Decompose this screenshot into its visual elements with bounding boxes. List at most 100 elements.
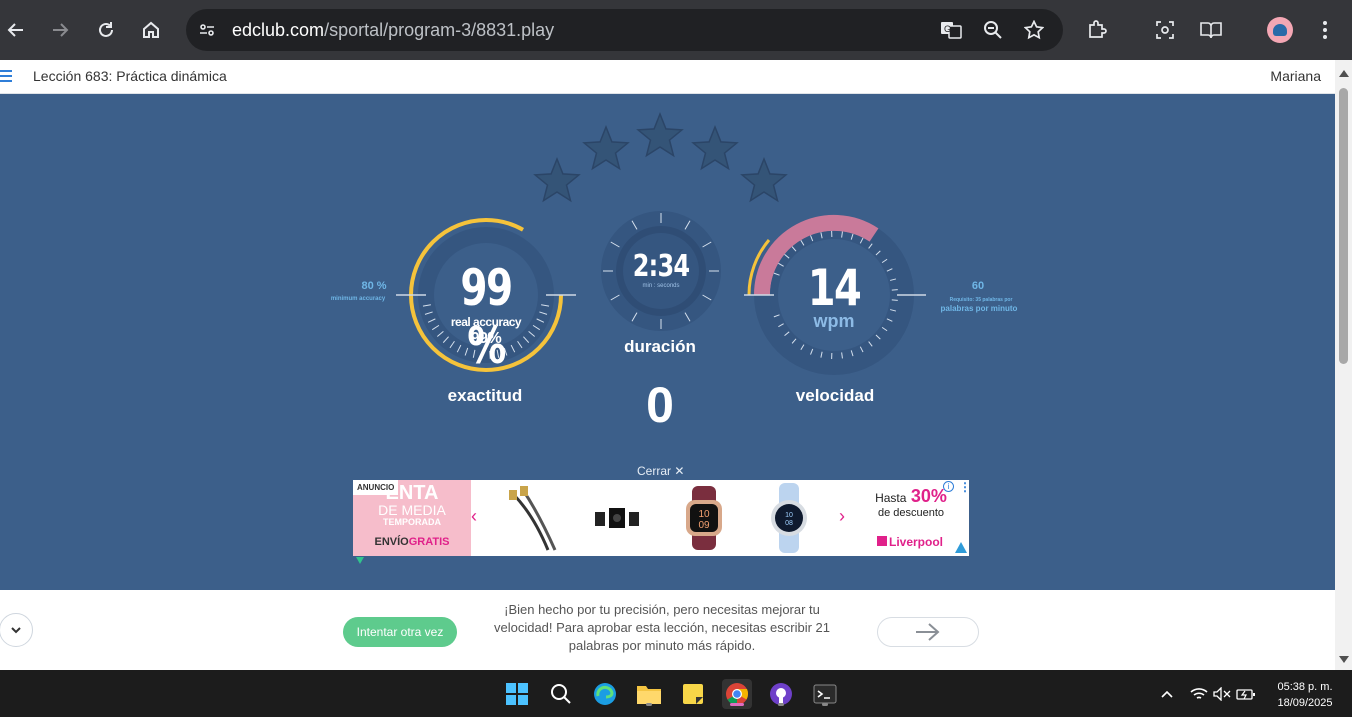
arrow-right-icon (53, 23, 69, 37)
bookmark-star-icon[interactable] (1021, 17, 1047, 43)
browser-toolbar: edclub.com/sportal/program-3/8831.play G (0, 0, 1352, 60)
scroll-thumb[interactable] (1339, 88, 1348, 364)
page-scrollbar[interactable] (1335, 60, 1352, 670)
speaker-product-image (595, 508, 639, 528)
zoom-icon[interactable] (980, 17, 1006, 43)
translate-icon[interactable]: G (938, 17, 964, 43)
ad-line-2: DE MEDIA (378, 502, 446, 518)
profile-avatar[interactable] (1264, 14, 1296, 46)
required-speed-value: 60 (971, 280, 985, 292)
tick-mark (891, 299, 898, 301)
reload-icon (99, 22, 113, 37)
file-explorer-icon[interactable] (634, 679, 664, 709)
hamburger-menu-icon[interactable] (0, 67, 14, 87)
sticky-notes-icon[interactable] (678, 679, 708, 709)
puzzle-icon (1089, 20, 1107, 38)
required-speed-note: Requisito: 35 palabras por (949, 297, 1013, 303)
feedback-message: ¡Bien hecho por tu precisión, pero neces… (493, 602, 830, 653)
edge-icon[interactable] (590, 679, 620, 709)
search-icon[interactable] (546, 679, 576, 709)
ad-ship-b: GRATIS (408, 536, 450, 548)
ad-close-button[interactable]: Cerrar ✕ (637, 464, 684, 478)
ad-offer: Hasta 30% de descuento (865, 486, 957, 519)
next-button[interactable] (877, 617, 979, 647)
real-accuracy-label: real accuracy (450, 315, 522, 329)
terminal-icon[interactable] (810, 679, 840, 709)
retry-button[interactable]: Intentar otra vez (343, 617, 457, 647)
home-icon (143, 21, 159, 38)
carousel-prev-icon[interactable]: ‹ (471, 506, 477, 527)
ad-offer-percent: 30% (910, 486, 947, 506)
ad-info-icon[interactable]: i (943, 481, 954, 492)
carousel-next-icon[interactable]: › (839, 506, 845, 527)
lesson-title: Lección 683: Práctica dinámica (33, 68, 227, 84)
ad-close-label: Cerrar (637, 464, 672, 478)
battery-icon[interactable] (1231, 679, 1261, 709)
duration-label: duración (624, 337, 696, 356)
avatar-icon (1267, 17, 1293, 43)
accuracy-label: exactitud (447, 386, 523, 405)
star-empty-icon (636, 111, 684, 158)
forward-button[interactable] (44, 14, 76, 46)
chevron-down-icon (11, 627, 21, 634)
ad-shipping: ENVÍOGRATIS (353, 536, 471, 548)
scroll-up-arrow[interactable] (1339, 70, 1349, 77)
ad-ship-a: ENVÍO (374, 536, 409, 548)
windows-taskbar: 05:38 p. m. 18/09/2025 (0, 670, 1352, 717)
tray-chevron-up-icon[interactable] (1152, 679, 1182, 709)
ad-options-icon[interactable]: ⋮ (959, 480, 969, 494)
url-text[interactable]: edclub.com/sportal/program-3/8831.play (232, 20, 554, 41)
reading-mode-button[interactable] (1195, 14, 1227, 46)
active-indicator (730, 703, 744, 706)
tick-mark (891, 289, 898, 291)
svg-text:08: 08 (785, 520, 793, 527)
arrow-right-icon (916, 623, 940, 641)
github-icon[interactable] (766, 679, 796, 709)
browser-menu-button[interactable] (1309, 14, 1341, 46)
ad-brand: Liverpool (877, 535, 943, 549)
ad-offer-prefix: Hasta (875, 491, 907, 505)
ad-choices-icon[interactable] (356, 557, 364, 564)
address-bar[interactable]: edclub.com/sportal/program-3/8831.play G (186, 9, 1063, 51)
clock-time: 05:38 p. m. (1277, 681, 1333, 693)
store-icon (877, 536, 887, 546)
ad-warning-icon (955, 542, 967, 553)
reload-button[interactable] (90, 14, 122, 46)
ad-banner[interactable]: ENTA DE MEDIA TEMPORADA ENVÍOGRATIS ANUN… (353, 480, 969, 556)
galaxy-watch-product-image: 1008 (771, 483, 807, 553)
arrow-left-icon (7, 23, 23, 37)
ad-badge: ANUNCIO (353, 480, 399, 495)
svg-text:10: 10 (698, 509, 710, 520)
svg-text:G: G (944, 24, 951, 34)
minimum-accuracy-label: minimum accuracy (330, 296, 386, 302)
ad-offer-suffix: de descuento (877, 507, 945, 519)
chrome-icon[interactable] (722, 679, 752, 709)
svg-text:09: 09 (698, 520, 710, 531)
clock-date: 18/09/2025 (1277, 697, 1333, 709)
screenshot-button[interactable] (1149, 14, 1181, 46)
scroll-down-arrow[interactable] (1339, 656, 1349, 663)
home-button[interactable] (135, 14, 167, 46)
ad-line-3: TEMPORADA (383, 517, 441, 527)
ad-brand-label: Liverpool (889, 535, 944, 549)
speed-label: velocidad (795, 386, 875, 405)
back-button[interactable] (0, 14, 32, 46)
required-speed-label: palabras por minuto (940, 304, 1018, 313)
extensions-button[interactable] (1081, 14, 1113, 46)
collapse-button[interactable] (0, 613, 33, 647)
site-info-icon[interactable] (194, 17, 220, 43)
speed-value: 14 (807, 259, 862, 317)
windows-start-icon[interactable] (502, 679, 532, 709)
minimum-accuracy-value: 80 % (361, 280, 387, 292)
system-clock[interactable]: 05:38 p. m. 18/09/2025 (1264, 679, 1346, 711)
real-accuracy-value: 99% (470, 330, 502, 347)
star-empty-icon (691, 124, 739, 171)
audio-cable-product-image (509, 486, 557, 551)
results-panel: 99 % real accuracy 99% 80 % minimum accu… (0, 94, 1335, 590)
lesson-header: Lección 683: Práctica dinámica Mariana (0, 60, 1335, 94)
book-icon (1200, 22, 1222, 39)
speed-unit: wpm (813, 311, 855, 331)
duration-value: 2:34 (632, 249, 690, 284)
user-name[interactable]: Mariana (1270, 68, 1321, 84)
duration-unit: min : seconds (642, 283, 680, 289)
